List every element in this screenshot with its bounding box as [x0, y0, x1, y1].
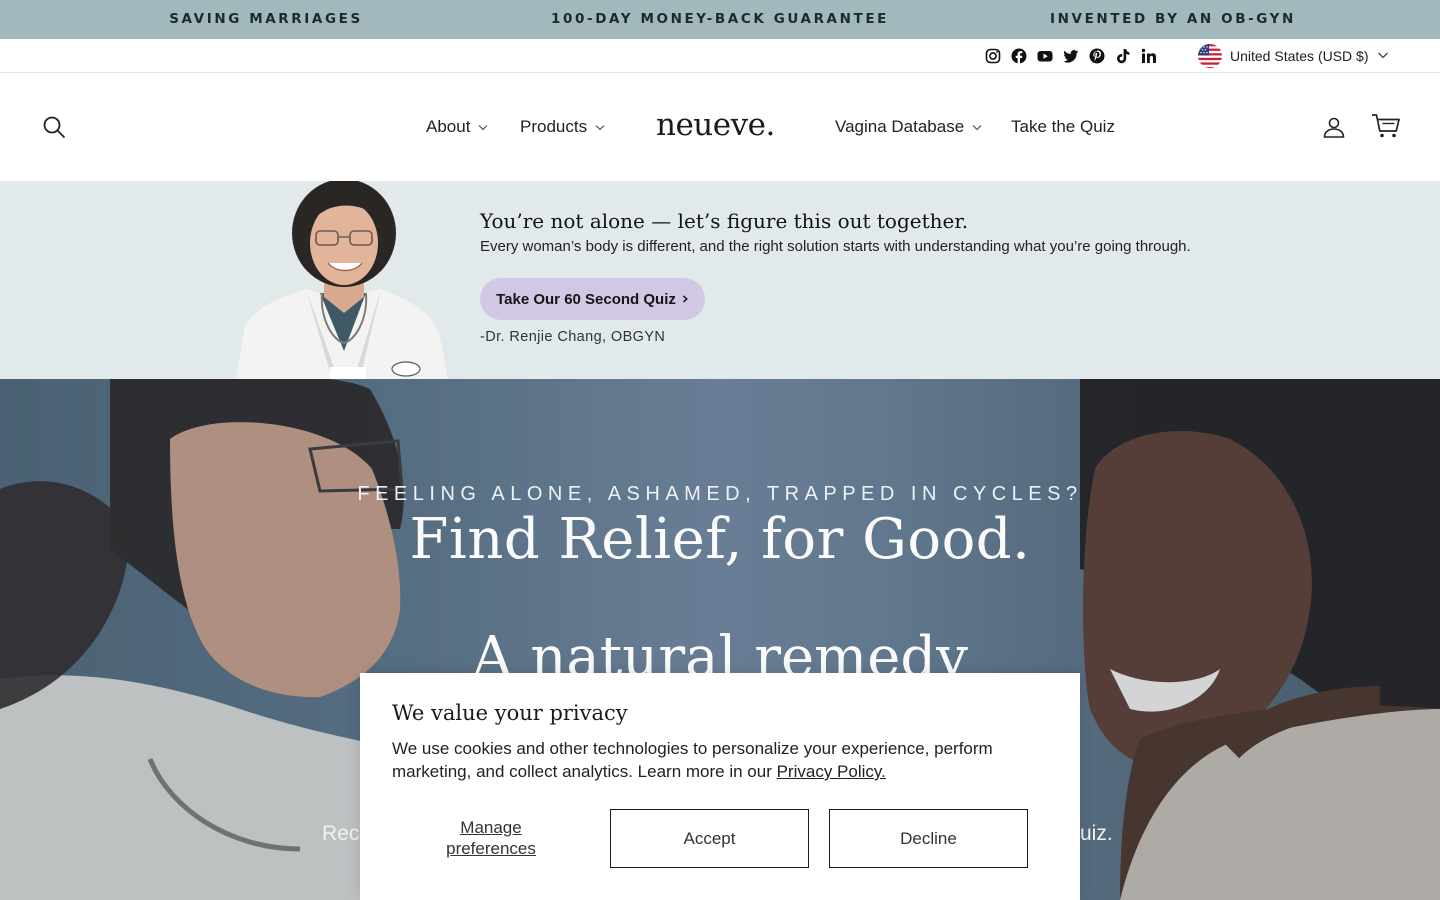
pinterest-icon[interactable]: [1089, 48, 1105, 64]
cookie-body-text: We use cookies and other technologies to…: [392, 739, 993, 781]
announcement-item-2: 100-DAY MONEY-BACK GUARANTEE: [551, 11, 889, 27]
nav-products[interactable]: Products: [520, 73, 605, 181]
promo-signature: -Dr. Renjie Chang, OBGYN: [480, 329, 666, 345]
instagram-icon[interactable]: [985, 48, 1001, 64]
take-quiz-button[interactable]: Take Our 60 Second Quiz: [480, 278, 705, 320]
accept-button[interactable]: Accept: [610, 809, 809, 868]
utility-bar: United States (USD $): [0, 39, 1440, 73]
us-flag-icon: [1198, 44, 1222, 68]
chevron-down-icon: [1377, 48, 1389, 64]
nav-about[interactable]: About: [426, 73, 488, 181]
announcement-bar: SAVING MARRIAGES 100-DAY MONEY-BACK GUAR…: [0, 0, 1440, 39]
promo-text: Every woman’s body is different, and the…: [480, 238, 1191, 255]
site-logo[interactable]: neueve.: [656, 103, 786, 147]
cart-icon[interactable]: [1371, 113, 1401, 139]
currency-label: United States (USD $): [1230, 48, 1369, 64]
social-links: [985, 39, 1157, 73]
decline-button[interactable]: Decline: [829, 809, 1028, 868]
cookie-text: We use cookies and other technologies to…: [392, 737, 1052, 783]
facebook-icon[interactable]: [1011, 48, 1027, 64]
tiktok-icon[interactable]: [1115, 48, 1131, 64]
linkedin-icon[interactable]: [1141, 48, 1157, 64]
nav-vagina-database-label: Vagina Database: [835, 117, 965, 136]
hero-title: Find Relief, for Good.: [409, 507, 1031, 572]
cookie-title: We value your privacy: [392, 701, 628, 725]
chevron-down-icon: [595, 125, 605, 131]
announcement-item-1: SAVING MARRIAGES: [169, 11, 363, 27]
nav-take-the-quiz[interactable]: Take the Quiz: [1011, 73, 1115, 181]
youtube-icon[interactable]: [1037, 48, 1053, 64]
site-header: About Products neueve. Vagina Database T…: [0, 73, 1440, 181]
nav-vagina-database[interactable]: Vagina Database: [835, 73, 982, 181]
promo-title: You’re not alone — let’s figure this out…: [480, 209, 969, 233]
take-quiz-button-label: Take Our 60 Second Quiz: [496, 290, 676, 308]
chevron-right-icon: [682, 295, 688, 303]
twitter-icon[interactable]: [1063, 48, 1079, 64]
hero-eyebrow: FEELING ALONE, ASHAMED, TRAPPED IN CYCLE…: [357, 483, 1083, 505]
chevron-down-icon: [972, 125, 982, 131]
nav-take-the-quiz-label: Take the Quiz: [1011, 117, 1115, 136]
hero-text-right-fragment: uiz.: [1080, 822, 1113, 845]
doctor-portrait: [236, 181, 448, 379]
manage-preferences-link[interactable]: Manage preferences: [420, 817, 562, 859]
search-icon[interactable]: [42, 115, 66, 139]
cookie-consent-dialog: We value your privacy We use cookies and…: [360, 673, 1080, 900]
account-icon[interactable]: [1322, 115, 1346, 139]
hero-text-left-fragment: Rec: [322, 822, 360, 845]
currency-selector[interactable]: United States (USD $): [1198, 39, 1389, 73]
chevron-down-icon: [479, 125, 488, 131]
nav-products-label: Products: [520, 117, 588, 136]
privacy-policy-link[interactable]: Privacy Policy.: [777, 762, 886, 781]
announcement-item-3: INVENTED BY AN OB-GYN: [1050, 11, 1296, 27]
quiz-promo-banner: You’re not alone — let’s figure this out…: [0, 181, 1440, 379]
nav-about-label: About: [426, 117, 471, 136]
